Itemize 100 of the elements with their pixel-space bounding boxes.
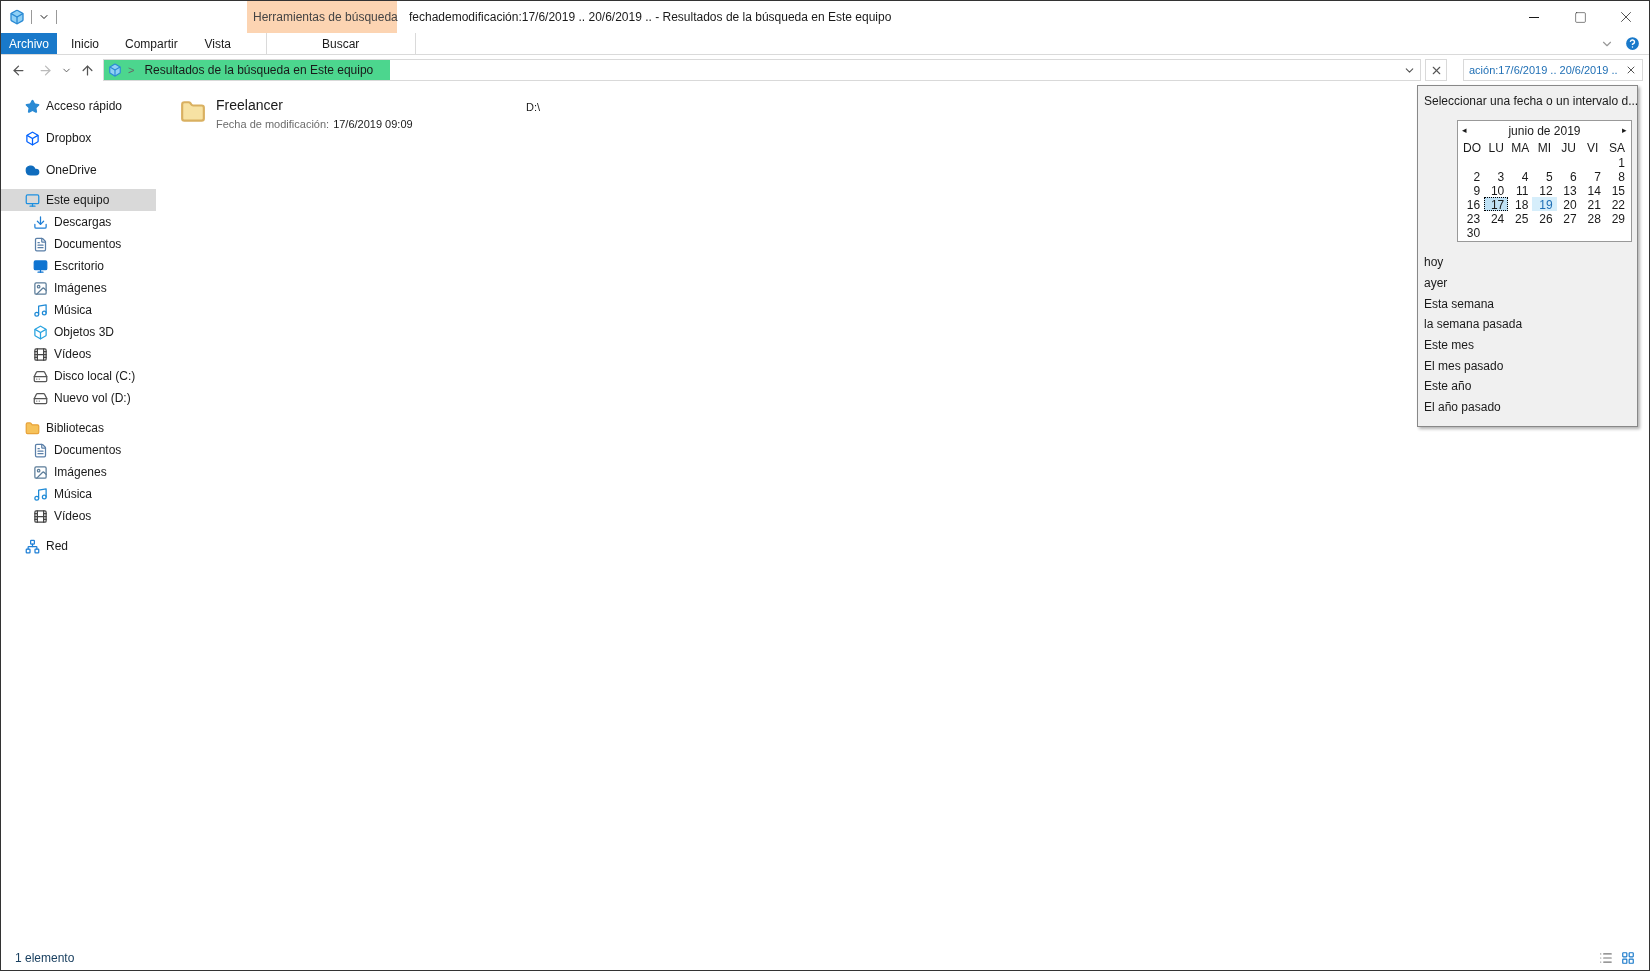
- sidebar-item[interactable]: Red: [1, 535, 156, 557]
- sidebar-item[interactable]: Nuevo vol (D:): [1, 387, 156, 409]
- ribbon-tab[interactable]: Vista: [189, 33, 246, 54]
- calendar-day[interactable]: 11: [1508, 183, 1533, 197]
- star-icon: [25, 98, 40, 114]
- weekday-label: LU: [1487, 141, 1505, 155]
- calendar-day[interactable]: 18: [1508, 197, 1533, 211]
- search-field[interactable]: ación:17/6/2019 .. 20/6/2019 ..: [1463, 59, 1643, 81]
- calendar-day[interactable]: 17: [1484, 197, 1509, 211]
- next-month-button[interactable]: ▸: [1622, 124, 1627, 138]
- previous-month-button[interactable]: ◂: [1462, 124, 1467, 138]
- date-preset[interactable]: El mes pasado: [1418, 355, 1637, 377]
- forward-icon[interactable]: [38, 62, 53, 78]
- up-icon[interactable]: [80, 62, 95, 78]
- calendar-day[interactable]: 14: [1580, 183, 1605, 197]
- cube-icon: [33, 324, 48, 340]
- weekday-label: SA: [1607, 141, 1626, 155]
- month-label[interactable]: junio de 2019: [1467, 122, 1622, 140]
- calendar-day[interactable]: 2: [1460, 169, 1485, 183]
- date-preset[interactable]: Este mes: [1418, 334, 1637, 356]
- sidebar-item[interactable]: Imágenes: [1, 461, 156, 483]
- calendar-day[interactable]: 21: [1580, 197, 1605, 211]
- calendar-day[interactable]: 16: [1460, 197, 1485, 211]
- cancel-button[interactable]: [1425, 59, 1447, 81]
- file-name[interactable]: Freelancer: [216, 95, 516, 116]
- details-view-icon[interactable]: [1599, 951, 1613, 965]
- calendar-day[interactable]: 28: [1580, 211, 1605, 225]
- sidebar-item[interactable]: Música: [1, 483, 156, 505]
- calendar-day[interactable]: 13: [1556, 183, 1581, 197]
- calendar-day[interactable]: 25: [1508, 211, 1533, 225]
- file-tab[interactable]: Archivo: [1, 33, 57, 54]
- sidebar-item[interactable]: Documentos: [1, 439, 156, 461]
- image-icon: [33, 464, 48, 480]
- weekday-label: DO: [1462, 141, 1483, 155]
- calendar-day[interactable]: 9: [1460, 183, 1485, 197]
- sidebar-item[interactable]: Vídeos: [1, 343, 156, 365]
- sidebar-item[interactable]: Acceso rápido: [1, 95, 156, 117]
- ribbon-tab[interactable]: Buscar: [265, 33, 416, 54]
- calendar-day[interactable]: 1: [1604, 155, 1629, 169]
- file-location: D:\: [526, 100, 541, 115]
- date-preset[interactable]: la semana pasada: [1418, 314, 1637, 335]
- sidebar-item[interactable]: Este equipo: [1, 189, 156, 211]
- ribbon-tab[interactable]: Compartir: [113, 33, 190, 54]
- date-preset[interactable]: Este año: [1418, 376, 1637, 397]
- sidebar-item[interactable]: OneDrive: [1, 159, 156, 181]
- sidebar-item[interactable]: Escritorio: [1, 255, 156, 277]
- popup-title: Seleccionar una fecha o un intervalo d...: [1423, 93, 1637, 110]
- sidebar-item[interactable]: Dropbox: [1, 127, 156, 149]
- ribbon-tab[interactable]: Inicio: [57, 33, 113, 54]
- calendar-day[interactable]: 3: [1484, 169, 1509, 183]
- sidebar-item[interactable]: Documentos: [1, 233, 156, 255]
- calendar-day[interactable]: 5: [1532, 169, 1557, 183]
- date-preset[interactable]: El año pasado: [1418, 396, 1637, 418]
- download-icon: [33, 214, 48, 230]
- address-bar[interactable]: > Resultados de la búsqueda en Este equipo: [103, 59, 1421, 81]
- music-icon: [33, 486, 48, 502]
- minimize-icon: [1529, 16, 1539, 18]
- calendar-day[interactable]: 29: [1604, 211, 1629, 225]
- calendar-day[interactable]: 22: [1604, 197, 1629, 211]
- help-icon[interactable]: [1624, 35, 1641, 52]
- meta-label: Fecha de modificación:: [216, 117, 330, 132]
- image-icon: [33, 280, 48, 296]
- calendar-day[interactable]: 24: [1484, 211, 1509, 225]
- calendar-day[interactable]: 20: [1556, 197, 1581, 211]
- calendar-day[interactable]: 30: [1460, 225, 1485, 239]
- weekday-label: VI: [1586, 141, 1600, 155]
- calendar-day[interactable]: 26: [1532, 211, 1557, 225]
- back-icon[interactable]: [11, 62, 26, 78]
- maximize-icon: [1573, 10, 1587, 24]
- breadcrumb: Resultados de la búsqueda en Este equipo: [144, 62, 374, 79]
- box-icon: [25, 130, 40, 146]
- tiles-view-icon[interactable]: [1621, 951, 1635, 965]
- clear-search-icon[interactable]: [1625, 64, 1637, 76]
- sidebar-item[interactable]: Música: [1, 299, 156, 321]
- calendar-day[interactable]: 7: [1580, 169, 1605, 183]
- music-icon: [33, 302, 48, 318]
- sidebar-item[interactable]: Descargas: [1, 211, 156, 233]
- desktop-icon: [33, 258, 48, 274]
- calendar-day[interactable]: 23: [1460, 211, 1485, 225]
- weekday-label: MI: [1536, 141, 1553, 155]
- sidebar-item[interactable]: Objetos 3D: [1, 321, 156, 343]
- sidebar-item[interactable]: Bibliotecas: [1, 417, 156, 439]
- date-preset[interactable]: ayer: [1418, 272, 1637, 294]
- date-preset[interactable]: Esta semana: [1418, 293, 1637, 315]
- weekday-label: JU: [1560, 141, 1577, 155]
- sidebar-item[interactable]: Disco local (C:): [1, 365, 156, 387]
- calendar-day[interactable]: 4: [1508, 169, 1533, 183]
- calendar-day[interactable]: 6: [1556, 169, 1581, 183]
- meta-value: 17/6/2019 09:09: [333, 117, 413, 132]
- sidebar-item[interactable]: Imágenes: [1, 277, 156, 299]
- calendar-day[interactable]: 19: [1532, 197, 1557, 211]
- date-preset[interactable]: hoy: [1418, 252, 1637, 273]
- sidebar-item[interactable]: Vídeos: [1, 505, 156, 527]
- document-icon: [33, 442, 48, 458]
- context-tab-group: Herramientas de búsqueda: [247, 1, 397, 33]
- calendar-day[interactable]: 15: [1604, 183, 1629, 197]
- calendar-day[interactable]: 8: [1604, 169, 1629, 183]
- calendar-day[interactable]: 27: [1556, 211, 1581, 225]
- calendar-day[interactable]: 12: [1532, 183, 1557, 197]
- calendar-day[interactable]: 10: [1484, 183, 1509, 197]
